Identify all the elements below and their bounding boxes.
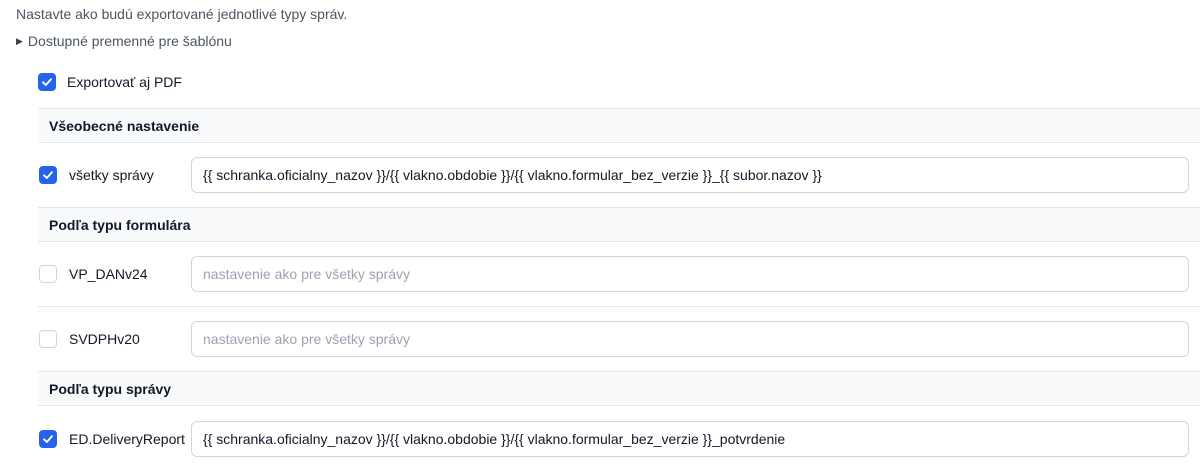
row-delivery-report: ED.DeliveryReport xyxy=(38,406,1200,472)
intro-text: Nastavte ako budú exportované jednotlivé… xyxy=(16,6,348,22)
delivery-report-checkbox[interactable] xyxy=(39,430,57,448)
export-pdf-label: Exportovať aj PDF xyxy=(67,74,182,90)
svdphv20-label: SVDPHv20 xyxy=(69,331,140,347)
section-by-form-header: Podľa typu formulára xyxy=(38,208,1200,242)
checkmark-icon xyxy=(43,435,53,443)
disclosure-triangle-icon: ▶ xyxy=(16,35,23,46)
row-vp-danv24: VP_DANv24 xyxy=(38,242,1200,307)
vp-danv24-checkbox[interactable] xyxy=(39,265,57,283)
delivery-report-template-input[interactable] xyxy=(191,421,1189,457)
checkmark-icon xyxy=(42,78,52,86)
vp-danv24-label: VP_DANv24 xyxy=(69,266,148,282)
template-variables-toggle[interactable]: ▶ Dostupné premenné pre šablónu xyxy=(16,33,232,49)
row-svdphv20: SVDPHv20 xyxy=(38,307,1200,372)
delivery-report-label: ED.DeliveryReport xyxy=(69,431,185,447)
checkmark-icon xyxy=(43,171,53,179)
svdphv20-template-input[interactable] xyxy=(191,321,1189,357)
all-messages-checkbox[interactable] xyxy=(39,166,57,184)
row-all-messages: všetky správy xyxy=(38,143,1200,208)
vp-danv24-template-input[interactable] xyxy=(191,256,1189,292)
section-by-message-header: Podľa typu správy xyxy=(38,372,1200,406)
template-variables-label: Dostupné premenné pre šablónu xyxy=(27,33,232,49)
export-pdf-option: Exportovať aj PDF xyxy=(38,73,182,91)
export-settings-table: Všeobecné nastavenie všetky správy Podľa… xyxy=(38,108,1200,472)
all-messages-template-input[interactable] xyxy=(191,157,1189,193)
section-general-header: Všeobecné nastavenie xyxy=(38,109,1200,143)
all-messages-label: všetky správy xyxy=(69,167,154,183)
svdphv20-checkbox[interactable] xyxy=(39,330,57,348)
export-pdf-checkbox[interactable] xyxy=(38,73,56,91)
